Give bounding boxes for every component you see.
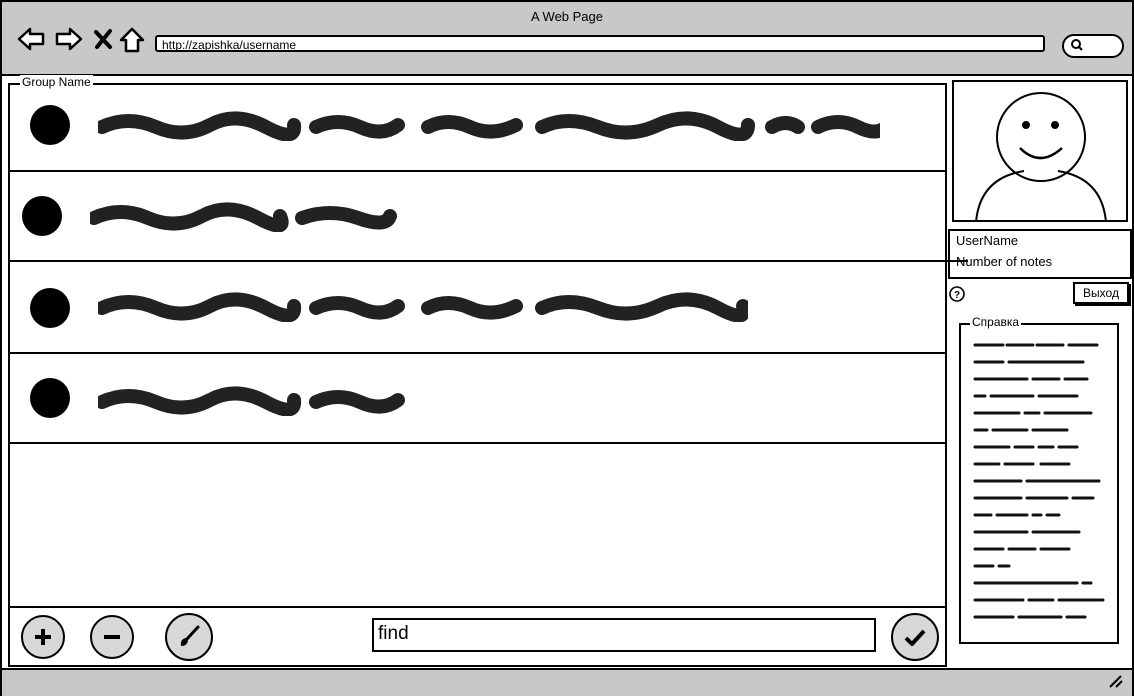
bullet-icon bbox=[30, 378, 70, 418]
find-input[interactable]: find bbox=[372, 618, 876, 652]
brush-icon bbox=[180, 625, 200, 646]
bullet-icon bbox=[22, 196, 62, 236]
help-title: Справка bbox=[970, 315, 1022, 329]
bullet-icon bbox=[30, 288, 70, 328]
note-text-scribble bbox=[98, 386, 405, 416]
note-text-scribble bbox=[90, 202, 397, 232]
browser-chrome: A Web Page http://zapishka/username bbox=[2, 2, 1132, 76]
forward-icon[interactable] bbox=[54, 26, 84, 52]
bullet-icon bbox=[30, 105, 70, 145]
help-panel bbox=[959, 323, 1119, 644]
username-label: UserName bbox=[956, 233, 1019, 248]
list-item[interactable] bbox=[10, 354, 945, 444]
list-item[interactable] bbox=[10, 262, 945, 354]
close-icon[interactable] bbox=[92, 26, 114, 52]
remove-button[interactable] bbox=[90, 615, 134, 659]
notes-group: find bbox=[8, 83, 968, 667]
search-icon bbox=[1071, 39, 1083, 51]
svg-text:?: ? bbox=[954, 290, 960, 301]
note-text-scribble bbox=[98, 111, 880, 141]
browser-window: A Web Page http://zapishka/username find… bbox=[0, 0, 1134, 696]
help-text-scribble bbox=[973, 343, 1105, 619]
logout-button[interactable]: Выход bbox=[1073, 282, 1129, 304]
avatar bbox=[952, 80, 1128, 223]
user-info: UserName Number of notes bbox=[948, 229, 1132, 279]
list-item[interactable] bbox=[10, 85, 945, 172]
status-bar bbox=[2, 668, 1132, 696]
resize-grip-icon[interactable] bbox=[1108, 674, 1124, 688]
home-icon[interactable] bbox=[119, 26, 145, 54]
minus-icon bbox=[104, 635, 120, 639]
check-icon bbox=[904, 629, 926, 646]
edit-style-button[interactable] bbox=[165, 613, 213, 661]
confirm-button[interactable] bbox=[891, 613, 939, 661]
list-item[interactable] bbox=[10, 172, 968, 262]
group-title: Group Name bbox=[20, 75, 93, 89]
address-bar[interactable]: http://zapishka/username bbox=[155, 35, 1045, 52]
notes-count-label: Number of notes bbox=[956, 254, 1053, 269]
add-button[interactable] bbox=[21, 615, 65, 659]
user-icon bbox=[975, 92, 1107, 223]
question-icon[interactable]: ? bbox=[949, 286, 967, 304]
plus-icon bbox=[35, 629, 51, 645]
bottom-toolbar: find bbox=[10, 606, 945, 667]
note-text-scribble bbox=[98, 292, 748, 322]
window-title: A Web Page bbox=[530, 9, 604, 24]
back-icon[interactable] bbox=[16, 26, 46, 52]
browser-search[interactable] bbox=[1062, 34, 1124, 58]
